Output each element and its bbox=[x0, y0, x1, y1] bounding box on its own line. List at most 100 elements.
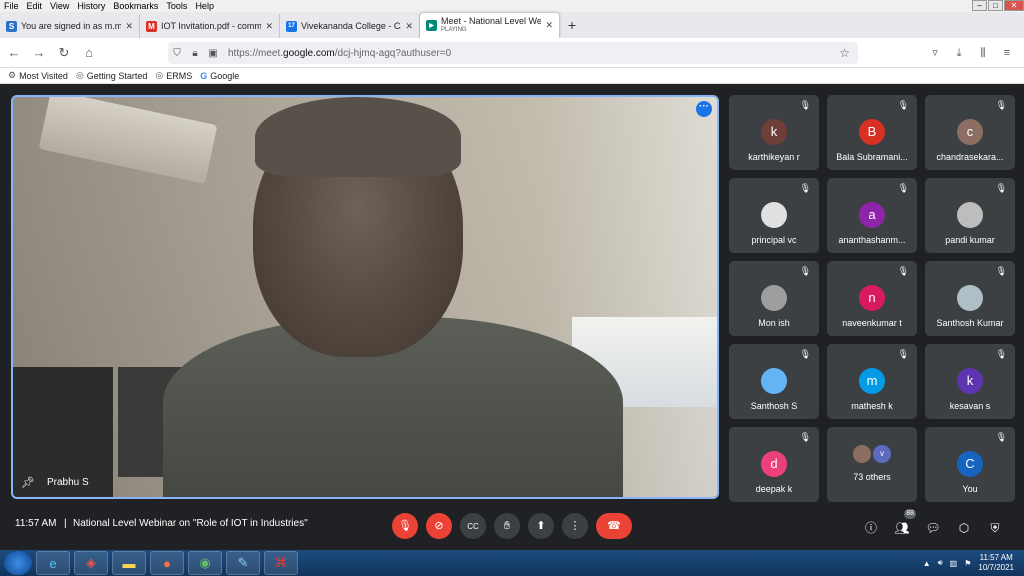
taskbar-chrome-icon[interactable]: ◉ bbox=[188, 551, 222, 575]
taskbar-ccleaner-icon[interactable]: ◈ bbox=[74, 551, 108, 575]
participant-name: ananthashanm... bbox=[838, 235, 906, 245]
participant-tile[interactable]: 🎙︎ C You bbox=[925, 427, 1015, 502]
more-options-button[interactable]: ⋮ bbox=[562, 513, 588, 539]
library-icon[interactable]: ⫼ bbox=[972, 42, 994, 64]
shield-icon[interactable]: ⛉ bbox=[168, 48, 186, 59]
present-screen-button[interactable]: ⬆ bbox=[528, 513, 554, 539]
raise-hand-button[interactable]: ✋︎ bbox=[494, 513, 520, 539]
taskbar-folder-icon[interactable]: ▬ bbox=[112, 551, 146, 575]
tray-arrow-icon[interactable]: ▲ bbox=[923, 559, 931, 568]
windows-taskbar: e ◈ ▬ ● ◉ ✎ ⌘ ▲ 🔊︎ ▥ ⚑ 11:57 AM 10/7/202… bbox=[0, 550, 1024, 576]
bookmark-erms[interactable]: ◎ ERMS bbox=[155, 70, 192, 81]
avatar bbox=[957, 285, 983, 311]
host-controls-button[interactable]: ⛨ bbox=[984, 517, 1006, 539]
avatar: d bbox=[761, 451, 787, 477]
participant-tile[interactable]: 🎙︎ Santhosh S bbox=[729, 344, 819, 419]
taskbar-ie-icon[interactable]: e bbox=[36, 551, 70, 575]
participant-tile[interactable]: 🎙︎ principal vc bbox=[729, 178, 819, 253]
participant-tile[interactable]: 🎙︎ c chandrasekara... bbox=[925, 95, 1015, 170]
close-tab-icon[interactable]: ✕ bbox=[545, 20, 553, 31]
forward-icon[interactable]: → bbox=[28, 42, 50, 64]
participant-name: naveenkumar t bbox=[842, 318, 902, 328]
close-tab-icon[interactable]: ✕ bbox=[125, 21, 133, 32]
tab-meet[interactable]: ▶ Meet - National Level Webinar PLAYING … bbox=[420, 13, 560, 38]
camera-toggle-button[interactable]: ⊘ bbox=[426, 513, 452, 539]
start-button[interactable] bbox=[4, 551, 32, 575]
gear-icon: ⚙ bbox=[8, 70, 17, 80]
avatar: C bbox=[957, 451, 983, 477]
menu-tools[interactable]: Tools bbox=[162, 1, 191, 11]
participant-name: Santhosh Kumar bbox=[936, 318, 1004, 328]
tab-favicon-icon: 17 bbox=[286, 20, 297, 32]
home-icon[interactable]: ⌂ bbox=[78, 42, 100, 64]
participant-tile[interactable]: v 73 others bbox=[827, 427, 917, 502]
maximize-button[interactable]: □ bbox=[988, 0, 1003, 11]
taskbar-firefox-icon[interactable]: ● bbox=[150, 551, 184, 575]
participant-tile[interactable]: 🎙︎ k karthikeyan r bbox=[729, 95, 819, 170]
bookmark-getting-started[interactable]: ◎ Getting Started bbox=[76, 70, 147, 81]
menu-file[interactable]: File bbox=[0, 1, 23, 11]
lock-icon[interactable]: 🔒︎ bbox=[186, 48, 204, 59]
tab-bar: S You are signed in as m.mohan ✕ M IOT I… bbox=[0, 12, 1024, 38]
taskbar-acrobat-icon[interactable]: ⌘ bbox=[264, 551, 298, 575]
bookmark-most-visited[interactable]: ⚙ Most Visited bbox=[8, 70, 68, 81]
mic-off-icon: 🎙︎ bbox=[799, 100, 811, 110]
minimize-button[interactable]: – bbox=[972, 0, 987, 11]
more-options-icon[interactable]: ··· bbox=[696, 101, 712, 117]
close-window-button[interactable]: ✕ bbox=[1004, 0, 1024, 11]
tab-calendar[interactable]: 17 Vivekananda College - Calenda ✕ bbox=[280, 14, 420, 38]
new-tab-button[interactable]: + bbox=[560, 14, 584, 38]
network-icon[interactable]: ▥ bbox=[950, 559, 958, 568]
people-button[interactable]: 👥︎ 88 bbox=[891, 509, 916, 539]
participant-tile[interactable]: 🎙︎ Mon ish bbox=[729, 261, 819, 336]
menu-icon[interactable]: ≡ bbox=[996, 42, 1018, 64]
downloads-icon[interactable]: ⤓ bbox=[948, 42, 970, 64]
taskbar-paint-icon[interactable]: ✎ bbox=[226, 551, 260, 575]
back-icon[interactable]: ← bbox=[3, 42, 25, 64]
captions-button[interactable]: CC bbox=[460, 513, 486, 539]
navigation-bar: ← → ↻ ⌂ ⛉ 🔒︎ ▣ https://meet.google.com/d… bbox=[0, 38, 1024, 68]
video-speaker bbox=[163, 97, 623, 497]
menu-help[interactable]: Help bbox=[191, 1, 218, 11]
participant-tile[interactable]: 🎙︎ B Bala Subramani... bbox=[827, 95, 917, 170]
participant-tile[interactable]: 🎙︎ Santhosh Kumar bbox=[925, 261, 1015, 336]
meeting-title: National Level Webinar on "Role of IOT i… bbox=[73, 518, 308, 529]
pin-icon[interactable]: 📌︎ bbox=[21, 476, 35, 489]
menu-view[interactable]: View bbox=[46, 1, 73, 11]
participant-tile[interactable]: 🎙︎ n naveenkumar t bbox=[827, 261, 917, 336]
participant-name: Santhosh S bbox=[750, 401, 798, 411]
tab-iot-invitation[interactable]: M IOT Invitation.pdf - commerce ✕ bbox=[140, 14, 280, 38]
tab-signed-in[interactable]: S You are signed in as m.mohan ✕ bbox=[0, 14, 140, 38]
mic-off-icon: 🎙︎ bbox=[995, 349, 1007, 359]
menu-bookmarks[interactable]: Bookmarks bbox=[109, 1, 162, 11]
main-video-tile[interactable]: ··· 📌︎ Prabhu S bbox=[11, 95, 719, 499]
close-tab-icon[interactable]: ✕ bbox=[405, 21, 413, 32]
meeting-details-button[interactable]: ⓘ bbox=[860, 517, 882, 539]
bookmark-google[interactable]: G Google bbox=[200, 71, 239, 81]
participant-name: mathesh k bbox=[851, 401, 893, 411]
window-controls: – □ ✕ bbox=[971, 0, 1024, 12]
participant-tile[interactable]: 🎙︎ d deepak k bbox=[729, 427, 819, 502]
reload-icon[interactable]: ↻ bbox=[53, 42, 75, 64]
close-tab-icon[interactable]: ✕ bbox=[265, 21, 273, 32]
mic-off-icon: 🎙︎ bbox=[398, 520, 412, 532]
participant-tile[interactable]: 🎙︎ k kesavan s bbox=[925, 344, 1015, 419]
bookmark-star-icon[interactable]: ☆ bbox=[839, 46, 850, 60]
volume-icon[interactable]: 🔊︎ bbox=[938, 558, 943, 568]
pocket-icon[interactable]: ▿ bbox=[924, 42, 946, 64]
participant-name: kesavan s bbox=[949, 401, 991, 411]
menu-edit[interactable]: Edit bbox=[23, 1, 47, 11]
chat-button[interactable]: 💬︎ bbox=[922, 517, 944, 539]
tray-clock[interactable]: 11:57 AM 10/7/2021 bbox=[978, 553, 1014, 573]
shapes-icon: ⬡ bbox=[958, 521, 970, 535]
participant-tile[interactable]: 🎙︎ pandi kumar bbox=[925, 178, 1015, 253]
flag-icon[interactable]: ⚑ bbox=[964, 559, 971, 568]
mic-toggle-button[interactable]: 🎙︎ bbox=[392, 513, 418, 539]
participant-tile[interactable]: 🎙︎ a ananthashanm... bbox=[827, 178, 917, 253]
participant-tile[interactable]: 🎙︎ m mathesh k bbox=[827, 344, 917, 419]
camera-permission-icon[interactable]: ▣ bbox=[204, 48, 222, 59]
activities-button[interactable]: ⬡ bbox=[953, 517, 975, 539]
menu-history[interactable]: History bbox=[73, 1, 109, 11]
url-bar[interactable]: ⛉ 🔒︎ ▣ https://meet.google.com/dcj-hjmq-… bbox=[168, 42, 858, 64]
leave-call-button[interactable]: ☎︎ bbox=[596, 513, 632, 539]
